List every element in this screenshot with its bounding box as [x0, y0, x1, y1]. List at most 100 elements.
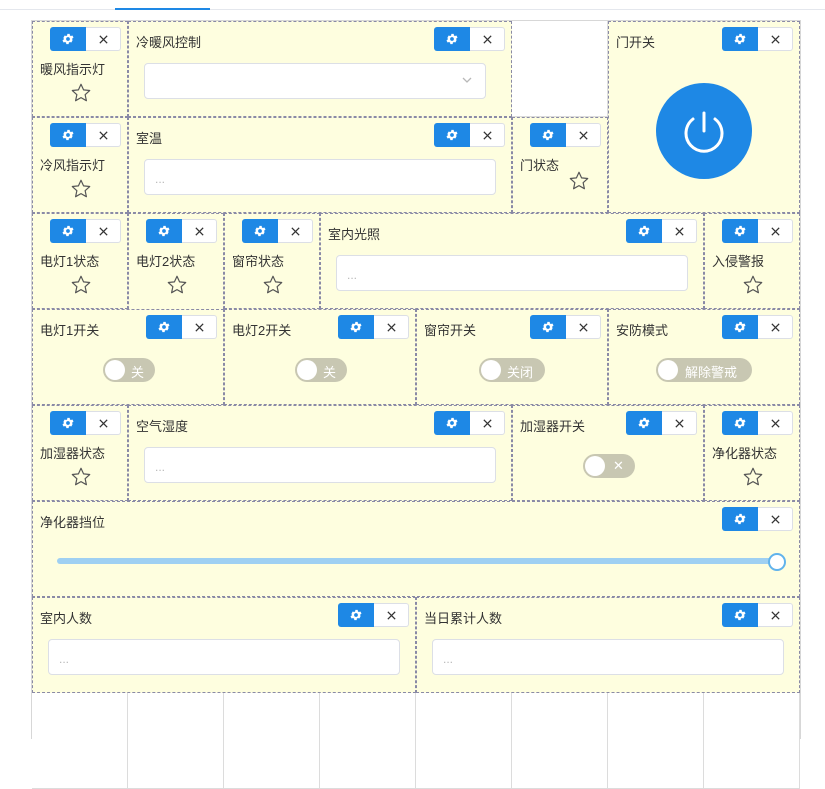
lamp2-toggle[interactable]: 关	[295, 358, 347, 382]
close-icon[interactable]	[758, 507, 793, 531]
close-icon[interactable]	[470, 123, 505, 147]
widget-title: 窗帘开关	[424, 323, 477, 338]
gear-icon[interactable]	[50, 123, 86, 147]
gear-icon[interactable]	[722, 507, 758, 531]
widget-room-temp: 室温 ...	[128, 117, 512, 213]
close-icon[interactable]	[278, 219, 313, 243]
widget-indoor-people: 室内人数 ...	[32, 597, 416, 693]
close-icon[interactable]	[758, 603, 793, 627]
dashboard-grid: 暖风指示灯 冷暖风控制 门开关 冷风指示灯 室温 ... 门状态 电灯1状态 电…	[31, 20, 801, 789]
purifier-level-slider[interactable]	[57, 558, 777, 564]
widget-purifier-level: 净化器挡位	[32, 501, 800, 597]
power-button[interactable]	[656, 83, 752, 179]
close-icon[interactable]	[374, 603, 409, 627]
gear-icon[interactable]	[722, 603, 758, 627]
gear-icon[interactable]	[722, 315, 758, 339]
close-icon[interactable]	[374, 315, 409, 339]
widget-title: 冷暖风控制	[136, 35, 202, 50]
gear-icon[interactable]	[50, 219, 86, 243]
close-icon[interactable]	[86, 123, 121, 147]
slider-handle[interactable]	[768, 553, 786, 571]
close-icon[interactable]	[182, 315, 217, 339]
star-icon[interactable]	[166, 274, 188, 299]
widget-purifier-status: 净化器状态	[704, 405, 800, 501]
gear-icon[interactable]	[626, 219, 662, 243]
close-icon[interactable]	[470, 27, 505, 51]
curtain-toggle[interactable]: 关闭	[479, 358, 545, 382]
grid-cell	[512, 21, 608, 117]
gear-icon[interactable]	[626, 411, 662, 435]
toggle-knob	[481, 360, 501, 380]
air-humidity-field[interactable]: ...	[144, 447, 496, 483]
close-icon[interactable]	[86, 219, 121, 243]
hvac-select[interactable]	[144, 63, 486, 99]
star-icon[interactable]	[742, 274, 764, 299]
grid-cell	[608, 693, 704, 789]
field-placeholder: ...	[59, 652, 70, 666]
field-placeholder: ...	[347, 268, 358, 282]
gear-icon[interactable]	[434, 123, 470, 147]
grid-cell	[224, 693, 320, 789]
gear-icon[interactable]	[242, 219, 278, 243]
widget-title: 窗帘状态	[232, 254, 285, 269]
indoor-people-field[interactable]: ...	[48, 639, 400, 675]
power-icon	[684, 111, 724, 153]
gear-icon[interactable]	[50, 411, 86, 435]
gear-icon[interactable]	[338, 603, 374, 627]
star-icon[interactable]	[568, 170, 590, 195]
gear-icon[interactable]	[434, 411, 470, 435]
gear-icon[interactable]	[338, 315, 374, 339]
grid-cell	[128, 693, 224, 789]
close-icon[interactable]	[182, 219, 217, 243]
field-placeholder: ...	[443, 652, 454, 666]
close-icon[interactable]	[758, 219, 793, 243]
gear-icon[interactable]	[50, 27, 86, 51]
close-icon[interactable]	[662, 219, 697, 243]
widget-curtain-switch: 窗帘开关 关闭	[416, 309, 608, 405]
grid-cell	[416, 693, 512, 789]
grid-cell	[320, 693, 416, 789]
widget-title: 电灯2开关	[232, 323, 292, 338]
gear-icon[interactable]	[530, 315, 566, 339]
daily-people-field[interactable]: ...	[432, 639, 784, 675]
widget-lamp1-status: 电灯1状态	[32, 213, 128, 309]
widget-air-humidity: 空气湿度 ...	[128, 405, 512, 501]
security-mode-toggle[interactable]: 解除警戒	[656, 358, 752, 382]
close-icon[interactable]	[758, 411, 793, 435]
star-icon[interactable]	[262, 274, 284, 299]
gear-icon[interactable]	[434, 27, 470, 51]
gear-icon[interactable]	[146, 219, 182, 243]
field-placeholder: ...	[155, 172, 166, 186]
star-icon[interactable]	[70, 274, 92, 299]
close-icon[interactable]	[470, 411, 505, 435]
room-temp-field[interactable]: ...	[144, 159, 496, 195]
close-icon[interactable]	[758, 27, 793, 51]
widget-title: 冷风指示灯	[40, 158, 106, 173]
widget-door-switch: 门开关	[608, 21, 800, 213]
close-icon[interactable]	[566, 123, 601, 147]
widget-title: 暖风指示灯	[40, 62, 106, 77]
widget-title: 电灯2状态	[136, 254, 196, 269]
star-icon[interactable]	[70, 178, 92, 203]
humidifier-toggle[interactable]: ✕	[583, 454, 635, 478]
indoor-light-field[interactable]: ...	[336, 255, 688, 291]
gear-icon[interactable]	[722, 27, 758, 51]
gear-icon[interactable]	[530, 123, 566, 147]
widget-door-status: 门状态	[512, 117, 608, 213]
chevron-down-icon	[461, 74, 473, 89]
star-icon[interactable]	[70, 82, 92, 107]
widget-cold-light: 冷风指示灯	[32, 117, 128, 213]
close-icon[interactable]	[758, 315, 793, 339]
gear-icon[interactable]	[722, 219, 758, 243]
lamp1-toggle[interactable]: 关	[103, 358, 155, 382]
widget-title: 安防模式	[616, 323, 669, 338]
close-icon[interactable]	[86, 411, 121, 435]
close-icon[interactable]	[566, 315, 601, 339]
gear-icon[interactable]	[146, 315, 182, 339]
star-icon[interactable]	[742, 466, 764, 491]
close-icon[interactable]	[86, 27, 121, 51]
toggle-label: ✕	[613, 458, 624, 473]
star-icon[interactable]	[70, 466, 92, 491]
gear-icon[interactable]	[722, 411, 758, 435]
close-icon[interactable]	[662, 411, 697, 435]
